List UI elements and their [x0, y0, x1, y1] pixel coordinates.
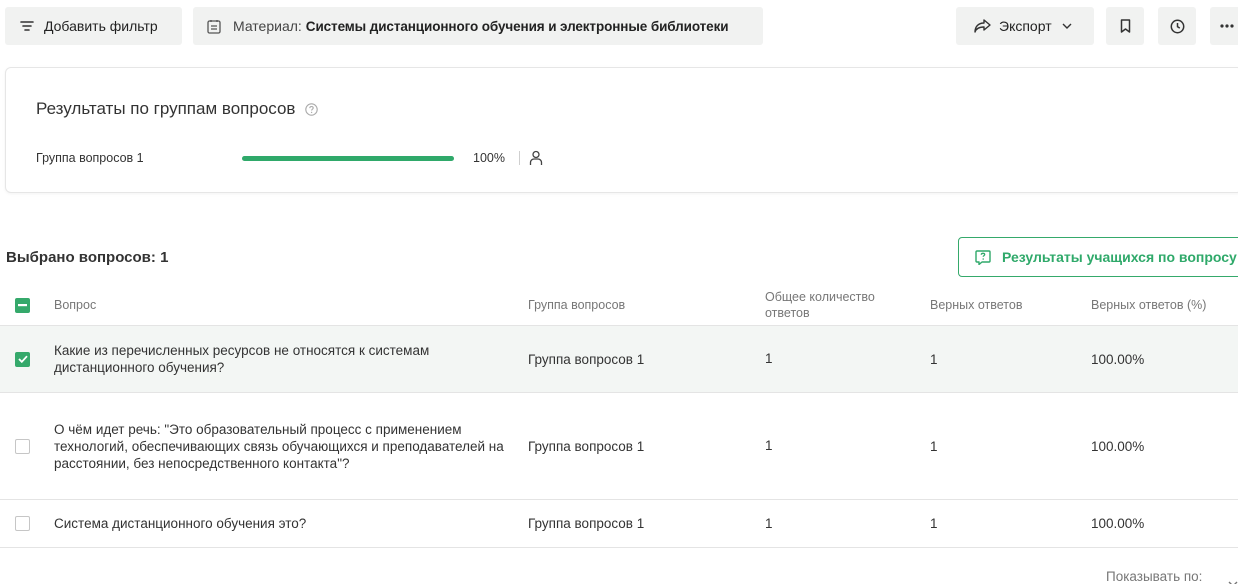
student-results-button[interactable]: Результаты учащихся по вопросу [958, 237, 1238, 277]
table-row[interactable]: Какие из перечисленных ресурсов не относ… [0, 326, 1238, 393]
chevron-down-icon [1062, 23, 1072, 29]
table-header: Вопрос Группа вопросов Общее количество … [0, 284, 1238, 326]
more-icon [1219, 24, 1234, 28]
group-progress-bar [242, 155, 454, 161]
card-title: Результаты по группам вопросов [36, 99, 319, 119]
page-size-select[interactable]: Показывать по: 25 [1106, 569, 1238, 584]
row-group: Группа вопросов 1 [528, 516, 645, 531]
share-arrow-icon [974, 19, 991, 33]
row-correct: 1 [930, 516, 938, 531]
table-row[interactable]: О чём идет речь: "Это образовательный пр… [0, 393, 1238, 500]
add-filter-button[interactable]: Добавить фильтр [5, 7, 182, 45]
row-correct-pct: 100.00% [1091, 516, 1145, 531]
page-size-label: Показывать по: 25 [1106, 569, 1203, 584]
row-correct: 1 [930, 438, 938, 454]
row-checkbox[interactable] [15, 500, 30, 547]
filter-icon [20, 20, 34, 32]
row-question: Система дистанционного обучения это? [54, 516, 307, 531]
selected-count-title: Выбрано вопросов: 1 [6, 249, 169, 266]
row-total: 1 [765, 438, 773, 453]
student-results-label: Результаты учащихся по вопросу [1002, 249, 1237, 265]
row-question: О чём идет речь: "Это образовательный пр… [54, 421, 504, 471]
export-label: Экспорт [999, 18, 1052, 34]
header-group[interactable]: Группа вопросов [528, 284, 625, 326]
group-percent: 100% [473, 151, 505, 165]
row-group: Группа вопросов 1 [528, 351, 645, 367]
group-name: Группа вопросов 1 [36, 151, 144, 165]
divider [518, 151, 520, 165]
header-total[interactable]: Общее количество ответов [765, 284, 915, 326]
material-filter-chip[interactable]: Материал: Системы дистанционного обучени… [193, 7, 763, 45]
material-label: Материал: [233, 18, 302, 34]
checkmark-icon [15, 351, 30, 367]
clock-icon [1170, 19, 1185, 34]
header-question[interactable]: Вопрос [54, 284, 524, 326]
question-box-icon [975, 249, 991, 265]
calendar-icon [207, 19, 221, 34]
row-group: Группа вопросов 1 [528, 438, 645, 454]
row-checkbox[interactable] [15, 393, 30, 499]
row-correct-pct: 100.00% [1091, 351, 1145, 367]
bookmark-button[interactable] [1106, 7, 1144, 45]
group-results-card: Результаты по группам вопросов Группа во… [5, 67, 1238, 193]
checkbox-empty-icon [15, 516, 30, 531]
group-progress-row: Группа вопросов 1 100% [36, 148, 1238, 168]
material-value: Системы дистанционного обучения и электр… [305, 18, 729, 34]
export-button[interactable]: Экспорт [956, 7, 1094, 45]
bookmark-icon [1120, 19, 1131, 33]
table-row[interactable]: Система дистанционного обучения это? Гру… [0, 500, 1238, 548]
history-button[interactable] [1158, 7, 1196, 45]
card-title-text: Результаты по группам вопросов [36, 99, 296, 118]
row-correct: 1 [930, 351, 938, 367]
row-checkbox[interactable] [15, 326, 30, 392]
person-icon[interactable] [529, 150, 543, 166]
row-question: Какие из перечисленных ресурсов не относ… [54, 343, 430, 375]
checkbox-empty-icon [15, 438, 30, 454]
toolbar: Добавить фильтр Материал: Системы дистан… [5, 7, 1238, 45]
row-total: 1 [765, 515, 773, 531]
indeterminate-checkbox-icon [15, 297, 30, 313]
page: Добавить фильтр Материал: Системы дистан… [0, 0, 1238, 584]
group-progress-fill [242, 155, 454, 161]
add-filter-label: Добавить фильтр [44, 18, 158, 34]
select-all-checkbox[interactable] [15, 284, 30, 326]
header-correct[interactable]: Верных ответов [930, 284, 1022, 326]
row-correct-pct: 100.00% [1091, 438, 1145, 454]
header-correct-pct[interactable]: Верных ответов (%) [1091, 284, 1206, 326]
more-button[interactable] [1210, 7, 1238, 45]
help-icon[interactable] [305, 102, 319, 116]
questions-table: Вопрос Группа вопросов Общее количество … [0, 284, 1238, 548]
row-total: 1 [765, 351, 773, 366]
